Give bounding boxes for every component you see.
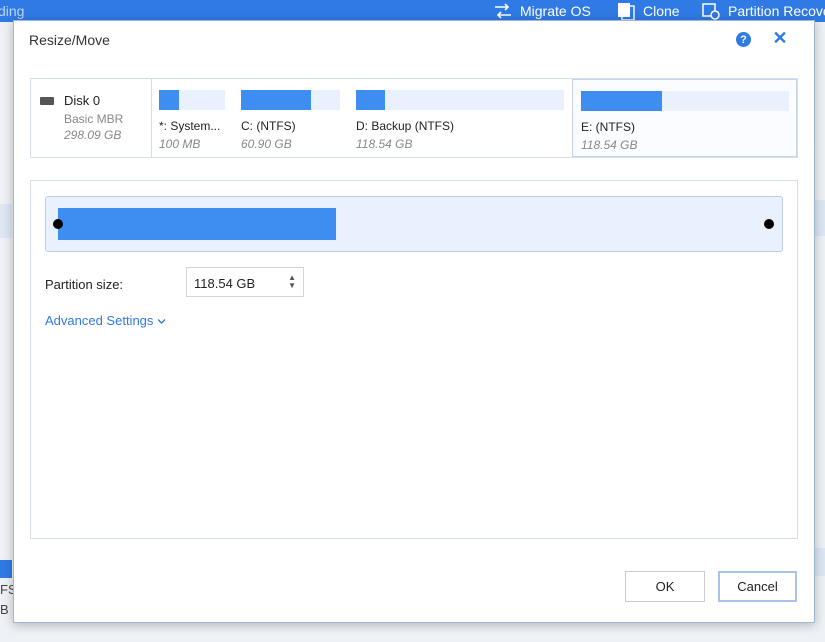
partition-usage-bar [159,90,225,110]
partition-d[interactable]: D: Backup (NTFS) 118.54 GB [349,79,571,157]
partition-usage-fill [241,90,312,110]
partition-c[interactable]: C: (NTFS) 60.90 GB [234,79,346,157]
partition-usage-bar [356,90,564,110]
resize-slider-fill [58,208,336,240]
help-icon[interactable]: ? [736,32,751,47]
partition-label: C: (NTFS) [241,119,296,133]
close-icon[interactable]: ✕ [772,29,788,47]
partition-size-value: 118.54 GB [194,276,256,291]
partition-usage-fill [356,90,386,110]
partition-recovery-label: Partition Recove [728,3,825,19]
right-resize-handle[interactable] [764,219,774,229]
partition-e-selected[interactable]: E: (NTFS) 118.54 GB [572,79,797,157]
resize-slider[interactable] [45,196,783,252]
chevron-down-icon [157,313,166,328]
partition-usage-fill [159,90,179,110]
ok-button[interactable]: OK [625,571,705,602]
cancel-button[interactable]: Cancel [718,571,797,602]
size-stepper[interactable]: ▲ ▼ [288,274,296,290]
partition-label: *: System... [159,119,221,133]
advanced-settings-label: Advanced Settings [45,313,154,328]
partition-size: 100 MB [159,137,201,151]
disk-type: Basic MBR [64,112,124,126]
advanced-settings-link[interactable]: Advanced Settings [45,313,166,328]
clone-label: Clone [643,3,680,19]
migrate-os-label: Migrate OS [520,3,591,19]
resize-move-dialog: Resize/Move ? ✕ Disk 0 Basic MBR 298.09 … [13,20,815,623]
disk-map: Disk 0 Basic MBR 298.09 GB *: System... … [30,78,798,158]
partition-system[interactable]: *: System... 100 MB [152,79,232,157]
disk-name: Disk 0 [64,93,101,108]
partition-size: 118.54 GB [581,138,638,152]
partition-recovery-icon [702,2,720,20]
partition-size: 60.90 GB [241,137,292,151]
left-resize-handle[interactable] [53,219,63,229]
migrate-os-button[interactable]: Migrate OS [494,2,591,20]
partition-label: D: Backup (NTFS) [356,119,455,133]
partition-usage-bar [241,90,340,110]
disk-size: 298.09 GB [64,128,122,142]
background-row-selected [0,560,12,578]
background-row [0,204,12,238]
clone-icon [617,2,635,20]
partition-recovery-button[interactable]: Partition Recove [702,2,825,20]
spin-down-icon[interactable]: ▼ [288,282,296,290]
app-toolbar: ding Migrate OS Clone Partition Recove [0,0,825,22]
partition-size-label: Partition size: [45,277,124,292]
clone-button[interactable]: Clone [617,2,680,20]
partition-usage-bar [581,91,789,111]
partition-usage-fill [581,91,663,111]
migrate-icon [494,2,512,20]
partition-label: E: (NTFS) [581,120,635,134]
disk-info: Disk 0 Basic MBR 298.09 GB [31,79,152,157]
resize-panel: Partition size: 118.54 GB ▲ ▼ Advanced S… [30,180,798,539]
background-fragment-text: B [0,602,9,617]
toolbar-fragment-text: ding [0,3,25,19]
disk-drive-icon [40,97,54,105]
dialog-title: Resize/Move [29,32,110,48]
partition-size-input[interactable]: 118.54 GB ▲ ▼ [186,267,304,297]
partition-size: 118.54 GB [356,137,413,151]
